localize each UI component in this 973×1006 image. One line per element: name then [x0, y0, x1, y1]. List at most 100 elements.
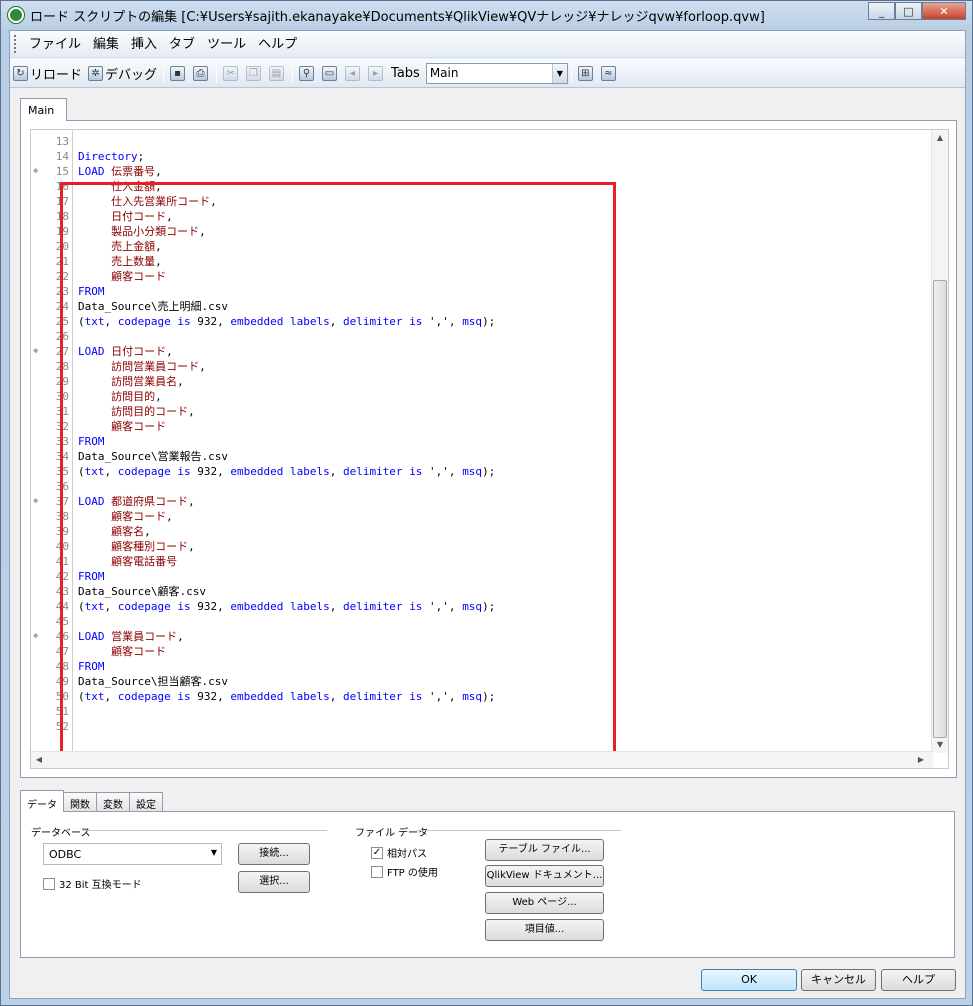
- code-line[interactable]: ◆ 15 LOAD 伝票番号,: [31, 164, 931, 179]
- menu-tab[interactable]: タブ: [163, 31, 201, 58]
- code-line[interactable]: 18 日付コード,: [31, 209, 931, 224]
- menu-edit[interactable]: 編集: [87, 31, 125, 58]
- code-line[interactable]: 31 訪問目的コード,: [31, 404, 931, 419]
- code-line[interactable]: 35 (txt, codepage is 932, embedded labels…: [31, 464, 931, 479]
- code-line[interactable]: 36: [31, 479, 931, 494]
- connect-button[interactable]: 接続...: [238, 843, 310, 865]
- code-line[interactable]: 39 顧客名,: [31, 524, 931, 539]
- code-line[interactable]: 33 FROM: [31, 434, 931, 449]
- code-line[interactable]: 48 FROM: [31, 659, 931, 674]
- code-line[interactable]: 29 訪問営業員名,: [31, 374, 931, 389]
- bit32-box[interactable]: [43, 877, 55, 890]
- tab-variables[interactable]: 変数: [96, 792, 130, 812]
- scroll-left-icon[interactable]: ◀: [31, 752, 47, 768]
- tab-settings[interactable]: 設定: [129, 792, 163, 812]
- code-line[interactable]: 49 Data_Source\担当顧客.csv: [31, 674, 931, 689]
- code-line[interactable]: 21 売上数量,: [31, 254, 931, 269]
- bit32-checkbox[interactable]: 32 Bit 互換モード: [43, 876, 142, 891]
- code-line[interactable]: 44 (txt, codepage is 932, embedded labels…: [31, 599, 931, 614]
- code-line[interactable]: 43 Data_Source\顧客.csv: [31, 584, 931, 599]
- code-line[interactable]: 23 FROM: [31, 284, 931, 299]
- field-value-button[interactable]: 項目値...: [485, 919, 604, 941]
- code-line[interactable]: 30 訪問目的,: [31, 389, 931, 404]
- code-line[interactable]: 45: [31, 614, 931, 629]
- code-line[interactable]: 51: [31, 704, 931, 719]
- code-line[interactable]: 50 (txt, codepage is 932, embedded labels…: [31, 689, 931, 704]
- code-line[interactable]: 32 顧客コード: [31, 419, 931, 434]
- reload-button[interactable]: ↻ リロード: [10, 62, 85, 84]
- code-token: txt: [84, 690, 105, 703]
- qlikview-document-button[interactable]: QlikView ドキュメント...: [485, 865, 604, 887]
- code-line[interactable]: 28 訪問営業員コード,: [31, 359, 931, 374]
- ftp-checkbox[interactable]: FTP の使用: [371, 864, 438, 879]
- cut-button[interactable]: ✂: [220, 62, 243, 84]
- tab-functions[interactable]: 関数: [63, 792, 97, 812]
- find-button[interactable]: ⚲: [296, 62, 319, 84]
- vertical-scrollbar[interactable]: ▲ ▼: [931, 130, 948, 753]
- syntax-check-button[interactable]: ≈: [598, 62, 621, 84]
- script-editor[interactable]: 13 14 Directory; ◆ 15 LOAD 伝票番号, 16 仕入金額, 17 仕入…: [30, 129, 949, 769]
- script-editor-window: ロード スクリプトの編集 [C:¥Users¥sajith.ekanayake¥…: [0, 0, 973, 1006]
- scroll-down-icon[interactable]: ▼: [932, 737, 948, 753]
- chevron-down-icon[interactable]: ▼: [211, 848, 217, 857]
- code-line[interactable]: 24 Data_Source\売上明細.csv: [31, 299, 931, 314]
- menu-tools[interactable]: ツール: [201, 31, 252, 58]
- maximize-button[interactable]: □: [895, 2, 922, 20]
- code-line[interactable]: ◆ 46 LOAD 営業員コード,: [31, 629, 931, 644]
- code-line[interactable]: ◆ 37 LOAD 都道府県コード,: [31, 494, 931, 509]
- code-line[interactable]: 34 Data_Source\営業報告.csv: [31, 449, 931, 464]
- menu-insert[interactable]: 挿入: [125, 31, 163, 58]
- debug-button[interactable]: ✲ デバッグ: [85, 62, 160, 84]
- table-viewer-button[interactable]: ⊞: [575, 62, 598, 84]
- checkmark-icon[interactable]: ✓: [371, 846, 383, 859]
- chevron-down-icon[interactable]: ▼: [551, 63, 567, 83]
- code-line[interactable]: 19 製品小分類コード,: [31, 224, 931, 239]
- print-button[interactable]: ⎙: [190, 62, 213, 84]
- tab-main[interactable]: Main: [20, 98, 67, 121]
- relative-path-checkbox[interactable]: ✓ 相対パス: [371, 845, 427, 860]
- cancel-button[interactable]: キャンセル: [801, 969, 876, 991]
- code-line[interactable]: 26: [31, 329, 931, 344]
- paste-button[interactable]: ▤: [266, 62, 289, 84]
- menu-file[interactable]: ファイル: [23, 31, 87, 58]
- code-lines[interactable]: 13 14 Directory; ◆ 15 LOAD 伝票番号, 16 仕入金額, 17 仕入…: [31, 134, 931, 734]
- code-line[interactable]: 41 顧客電話番号: [31, 554, 931, 569]
- menu-help[interactable]: ヘルプ: [252, 31, 303, 58]
- code-line[interactable]: 38 顧客コード,: [31, 509, 931, 524]
- code-line[interactable]: 40 顧客種別コード,: [31, 539, 931, 554]
- demote-tab-button[interactable]: ▸: [365, 62, 388, 84]
- ok-button[interactable]: OK: [701, 969, 797, 991]
- scroll-thumb[interactable]: [933, 280, 947, 738]
- menubar-grip[interactable]: [14, 35, 17, 53]
- code-line[interactable]: ◆ 27 LOAD 日付コード,: [31, 344, 931, 359]
- code-line[interactable]: 22 顧客コード: [31, 269, 931, 284]
- select-button[interactable]: 選択...: [238, 871, 310, 893]
- code-line[interactable]: 17 仕入先営業所コード,: [31, 194, 931, 209]
- close-button[interactable]: ✕: [922, 2, 966, 20]
- code-token: 訪問営業員名: [111, 375, 178, 388]
- help-button[interactable]: ヘルプ: [881, 969, 956, 991]
- minimize-button[interactable]: _: [868, 2, 895, 20]
- web-page-button[interactable]: Web ページ...: [485, 892, 604, 914]
- code-line[interactable]: 42 FROM: [31, 569, 931, 584]
- new-tab-button[interactable]: ▭: [319, 62, 342, 84]
- table-file-button[interactable]: テーブル ファイル...: [485, 839, 604, 861]
- code-line[interactable]: 14 Directory;: [31, 149, 931, 164]
- tabs-dropdown[interactable]: Main ▼: [425, 62, 568, 84]
- ftp-box[interactable]: [371, 865, 383, 878]
- tab-data[interactable]: データ: [20, 790, 64, 812]
- database-dropdown[interactable]: ODBC ▼: [43, 843, 222, 865]
- code-line[interactable]: 20 売上金額,: [31, 239, 931, 254]
- promote-tab-button[interactable]: ◂: [342, 62, 365, 84]
- copy-button[interactable]: ❐: [243, 62, 266, 84]
- code-line[interactable]: 47 顧客コード: [31, 644, 931, 659]
- code-line[interactable]: 52: [31, 719, 931, 734]
- code-line[interactable]: 16 仕入金額,: [31, 179, 931, 194]
- horizontal-scrollbar[interactable]: ◀ ▶: [31, 751, 933, 768]
- scroll-right-icon[interactable]: ▶: [913, 752, 929, 768]
- code-token: 顧客電話番号: [111, 555, 178, 568]
- scroll-up-icon[interactable]: ▲: [932, 130, 948, 146]
- code-line[interactable]: 25 (txt, codepage is 932, embedded labels…: [31, 314, 931, 329]
- save-button[interactable]: ▪: [167, 62, 190, 84]
- code-line[interactable]: 13: [31, 134, 931, 149]
